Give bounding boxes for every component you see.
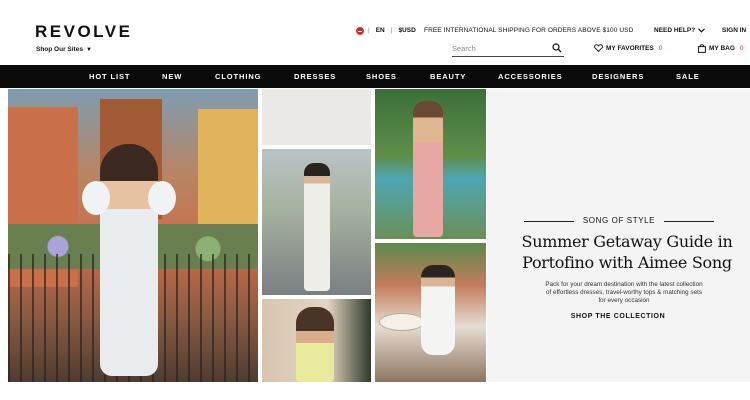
divider: |	[390, 27, 393, 34]
favorites-label: MY FAVORITES	[606, 44, 654, 52]
divider: |	[368, 27, 370, 34]
heart-icon	[594, 44, 603, 52]
main-navigation: HOT LIST NEW CLOTHING DRESSES SHOES BEAU…	[0, 65, 750, 88]
hero-photo-white-suit[interactable]	[262, 149, 371, 295]
nav-item-new[interactable]: NEW	[162, 72, 182, 81]
chevron-down-icon	[698, 28, 706, 33]
flag-icon[interactable]	[356, 27, 364, 35]
brand-heading: SONG OF STYLE	[524, 216, 714, 226]
nav-item-shoes[interactable]: SHOES	[366, 72, 397, 81]
chevron-down-icon: ▼	[85, 46, 92, 53]
bag-label: MY BAG	[709, 45, 735, 52]
description-line: for every occasion	[598, 297, 650, 304]
nav-item-designers[interactable]: DESIGNERS	[592, 72, 644, 81]
hero-banner[interactable]: SONG OF STYLE Summer Getaway Guide in Po…	[8, 89, 750, 382]
headline-line: Portofino with Aimee Song	[522, 253, 732, 272]
bag-count: 0	[739, 45, 744, 52]
hero-photo-blank	[262, 89, 371, 145]
my-bag-link[interactable]: MY BAG 0	[698, 44, 744, 53]
promo-description: Pack for your dream destination with the…	[519, 281, 729, 305]
need-help-label: NEED HELP?	[654, 27, 696, 34]
favorites-count: 0	[658, 44, 663, 52]
nav-item-beauty[interactable]: BEAUTY	[430, 72, 466, 81]
model-figure	[100, 144, 158, 376]
shop-our-sites-dropdown[interactable]: Shop Our Sites ▼	[36, 46, 92, 53]
revolve-logo[interactable]: REVOLVE	[35, 22, 132, 42]
shipping-notice: FREE INTERNATIONAL SHIPPING FOR ORDERS A…	[424, 27, 634, 34]
nav-item-clothing[interactable]: CLOTHING	[215, 72, 261, 81]
divider	[524, 221, 574, 222]
my-favorites-link[interactable]: MY FAVORITES 0	[594, 44, 662, 52]
brand-label: SONG OF STYLE	[582, 216, 656, 225]
nav-item-hot-list[interactable]: HOT LIST	[89, 72, 130, 81]
promo-headline: Summer Getaway Guide in Portofino with A…	[507, 231, 747, 273]
promo-panel: SONG OF STYLE Summer Getaway Guide in Po…	[487, 89, 750, 382]
language-currency-selector[interactable]: | EN | $USD	[368, 27, 416, 34]
shop-the-collection-link[interactable]: SHOP THE COLLECTION	[563, 313, 673, 320]
description-line: Pack for your dream destination with the…	[545, 281, 703, 288]
hero-photo-balcony[interactable]	[8, 89, 258, 382]
headline-line: Summer Getaway Guide in	[521, 232, 733, 251]
need-help-dropdown[interactable]: NEED HELP?	[654, 27, 706, 34]
currency-label: $USD	[398, 27, 416, 34]
description-line: of effortless dresses, travel-worthy top…	[546, 289, 702, 296]
model-figure	[421, 265, 455, 355]
dress-sleeve	[82, 181, 110, 215]
cafe-table	[379, 313, 425, 331]
sign-in-link[interactable]: SIGN IN	[722, 27, 746, 34]
language-label: EN	[375, 27, 385, 34]
divider	[664, 221, 714, 222]
nav-item-dresses[interactable]: DRESSES	[294, 72, 336, 81]
dress-sleeve	[148, 181, 176, 215]
hero-photo-pink-dress[interactable]	[375, 89, 486, 239]
top-header: REVOLVE Shop Our Sites ▼ | EN | $USD FRE…	[0, 0, 750, 65]
search-bar	[452, 41, 564, 57]
hero-photo-yellow-top[interactable]	[262, 299, 371, 382]
nav-item-sale[interactable]: SALE	[676, 72, 700, 81]
search-icon[interactable]	[552, 43, 562, 53]
model-figure	[304, 163, 330, 291]
search-input[interactable]	[452, 41, 548, 56]
hero-photo-terrace[interactable]	[375, 243, 486, 382]
nav-item-accessories[interactable]: ACCESSORIES	[498, 72, 563, 81]
model-figure	[413, 101, 443, 237]
shop-our-sites-label: Shop Our Sites	[36, 46, 83, 53]
model-figure	[296, 307, 334, 382]
shopping-bag-icon	[698, 44, 706, 53]
